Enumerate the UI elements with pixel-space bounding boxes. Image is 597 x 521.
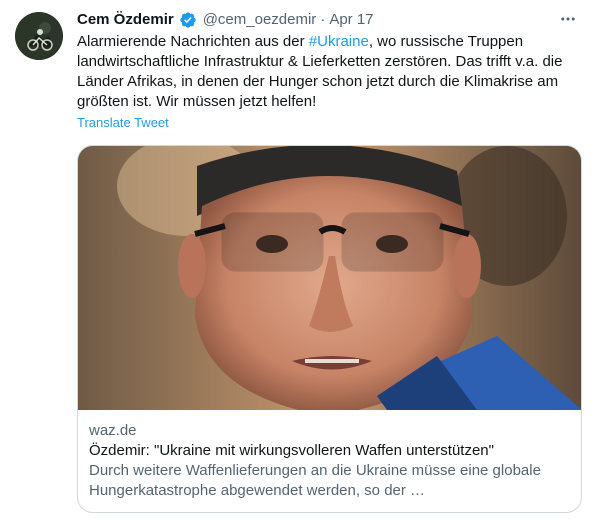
tweet: Cem Özdemir @cem_oezdemir · Apr 17 Alarm… xyxy=(0,0,597,521)
card-body: waz.de Özdemir: "Ukraine mit wirkungsvol… xyxy=(78,410,581,501)
card-image xyxy=(78,146,581,410)
link-preview-card[interactable]: waz.de Özdemir: "Ukraine mit wirkungsvol… xyxy=(77,145,582,513)
tweet-text-part: Alarmierende Nachrichten aus der xyxy=(77,33,309,50)
tweet-header: Cem Özdemir @cem_oezdemir · Apr 17 xyxy=(77,10,374,30)
separator-dot: · xyxy=(320,11,326,28)
avatar[interactable] xyxy=(15,12,63,60)
author-handle[interactable]: @cem_oezdemir xyxy=(203,10,317,30)
verified-badge-icon xyxy=(180,12,196,28)
card-domain: waz.de xyxy=(89,422,137,439)
card-description: Durch weitere Waffenlieferungen an die U… xyxy=(89,462,541,499)
more-options-icon[interactable] xyxy=(557,8,579,30)
hashtag-link[interactable]: #Ukraine xyxy=(309,33,369,50)
author-name[interactable]: Cem Özdemir xyxy=(77,10,174,30)
tweet-text: Alarmierende Nachrichten aus der #Ukrain… xyxy=(77,32,582,112)
avatar-image xyxy=(15,12,63,60)
translate-tweet-link[interactable]: Translate Tweet xyxy=(77,114,169,132)
card-title: Özdemir: "Ukraine mit wirkungsvolleren W… xyxy=(89,442,494,459)
tweet-date[interactable]: Apr 17 xyxy=(329,10,373,30)
